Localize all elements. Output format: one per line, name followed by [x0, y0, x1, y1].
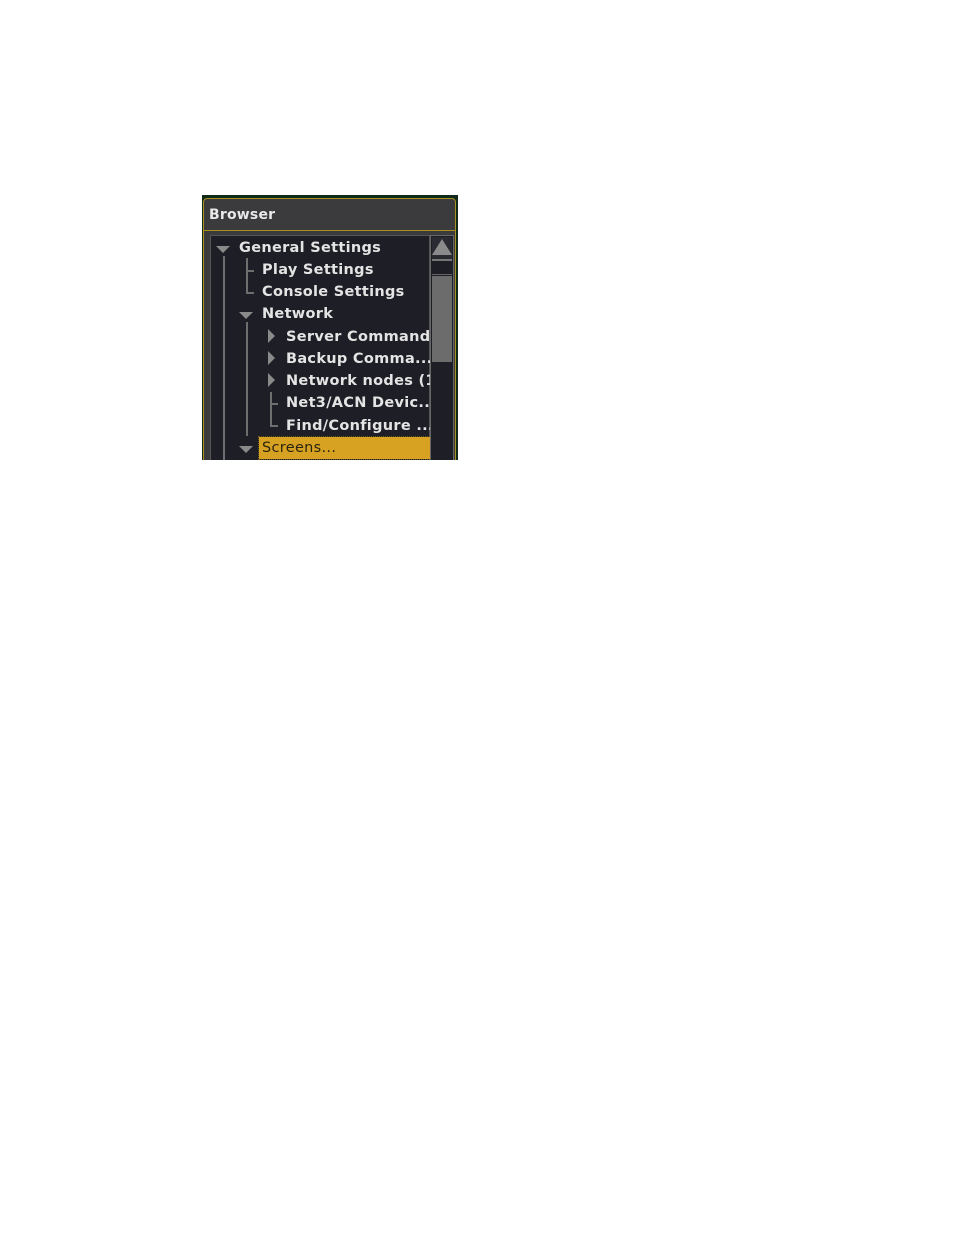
tree-item-network[interactable]: Network: [262, 303, 333, 325]
collapse-arrow-icon[interactable]: [268, 351, 275, 365]
tree-item-console-settings[interactable]: Console Settings: [262, 281, 405, 303]
tree-guide-line: [270, 403, 278, 405]
tree-item-network-nodes[interactable]: Network nodes (1): [286, 370, 443, 392]
tree-guide-line: [270, 425, 278, 427]
tree-guide-line: [246, 292, 254, 294]
browser-tree[interactable]: General Settings Play Settings Console S…: [210, 235, 442, 460]
tree-item-server-commands[interactable]: Server Commands: [286, 326, 439, 348]
expand-arrow-icon[interactable]: [216, 246, 230, 253]
tree-item-find-configure[interactable]: Find/Configure ...: [286, 415, 434, 437]
scroll-thumb[interactable]: [432, 276, 452, 362]
tree-guide-line: [246, 270, 254, 272]
tree-guide-line: [223, 256, 225, 460]
tree-guide-line: [270, 392, 272, 426]
title-divider: [204, 230, 455, 231]
vertical-scrollbar[interactable]: [430, 235, 454, 460]
expand-arrow-icon[interactable]: [239, 312, 253, 319]
tree-guide-line: [246, 258, 248, 294]
collapse-arrow-icon[interactable]: [268, 373, 275, 387]
expand-arrow-icon[interactable]: [239, 446, 253, 453]
tree-item-backup-commands[interactable]: Backup Comma...: [286, 348, 432, 370]
panel-title: Browser: [209, 207, 276, 223]
tree-guide-line: [246, 322, 248, 436]
tree-item-screens[interactable]: Screens...: [258, 436, 432, 460]
scroll-up-button[interactable]: [432, 237, 452, 261]
scroll-up-arrow-icon: [432, 239, 452, 255]
tree-item-play-settings[interactable]: Play Settings: [262, 259, 374, 281]
tree-item-general-settings[interactable]: General Settings: [239, 237, 381, 259]
scroll-track[interactable]: [432, 262, 452, 275]
browser-panel: Browser General Settings Play Settings C…: [202, 195, 458, 460]
collapse-arrow-icon[interactable]: [268, 329, 275, 343]
browser-frame: Browser General Settings Play Settings C…: [203, 198, 456, 460]
tree-item-net3-acn-devices[interactable]: Net3/ACN Devic...: [286, 392, 436, 414]
